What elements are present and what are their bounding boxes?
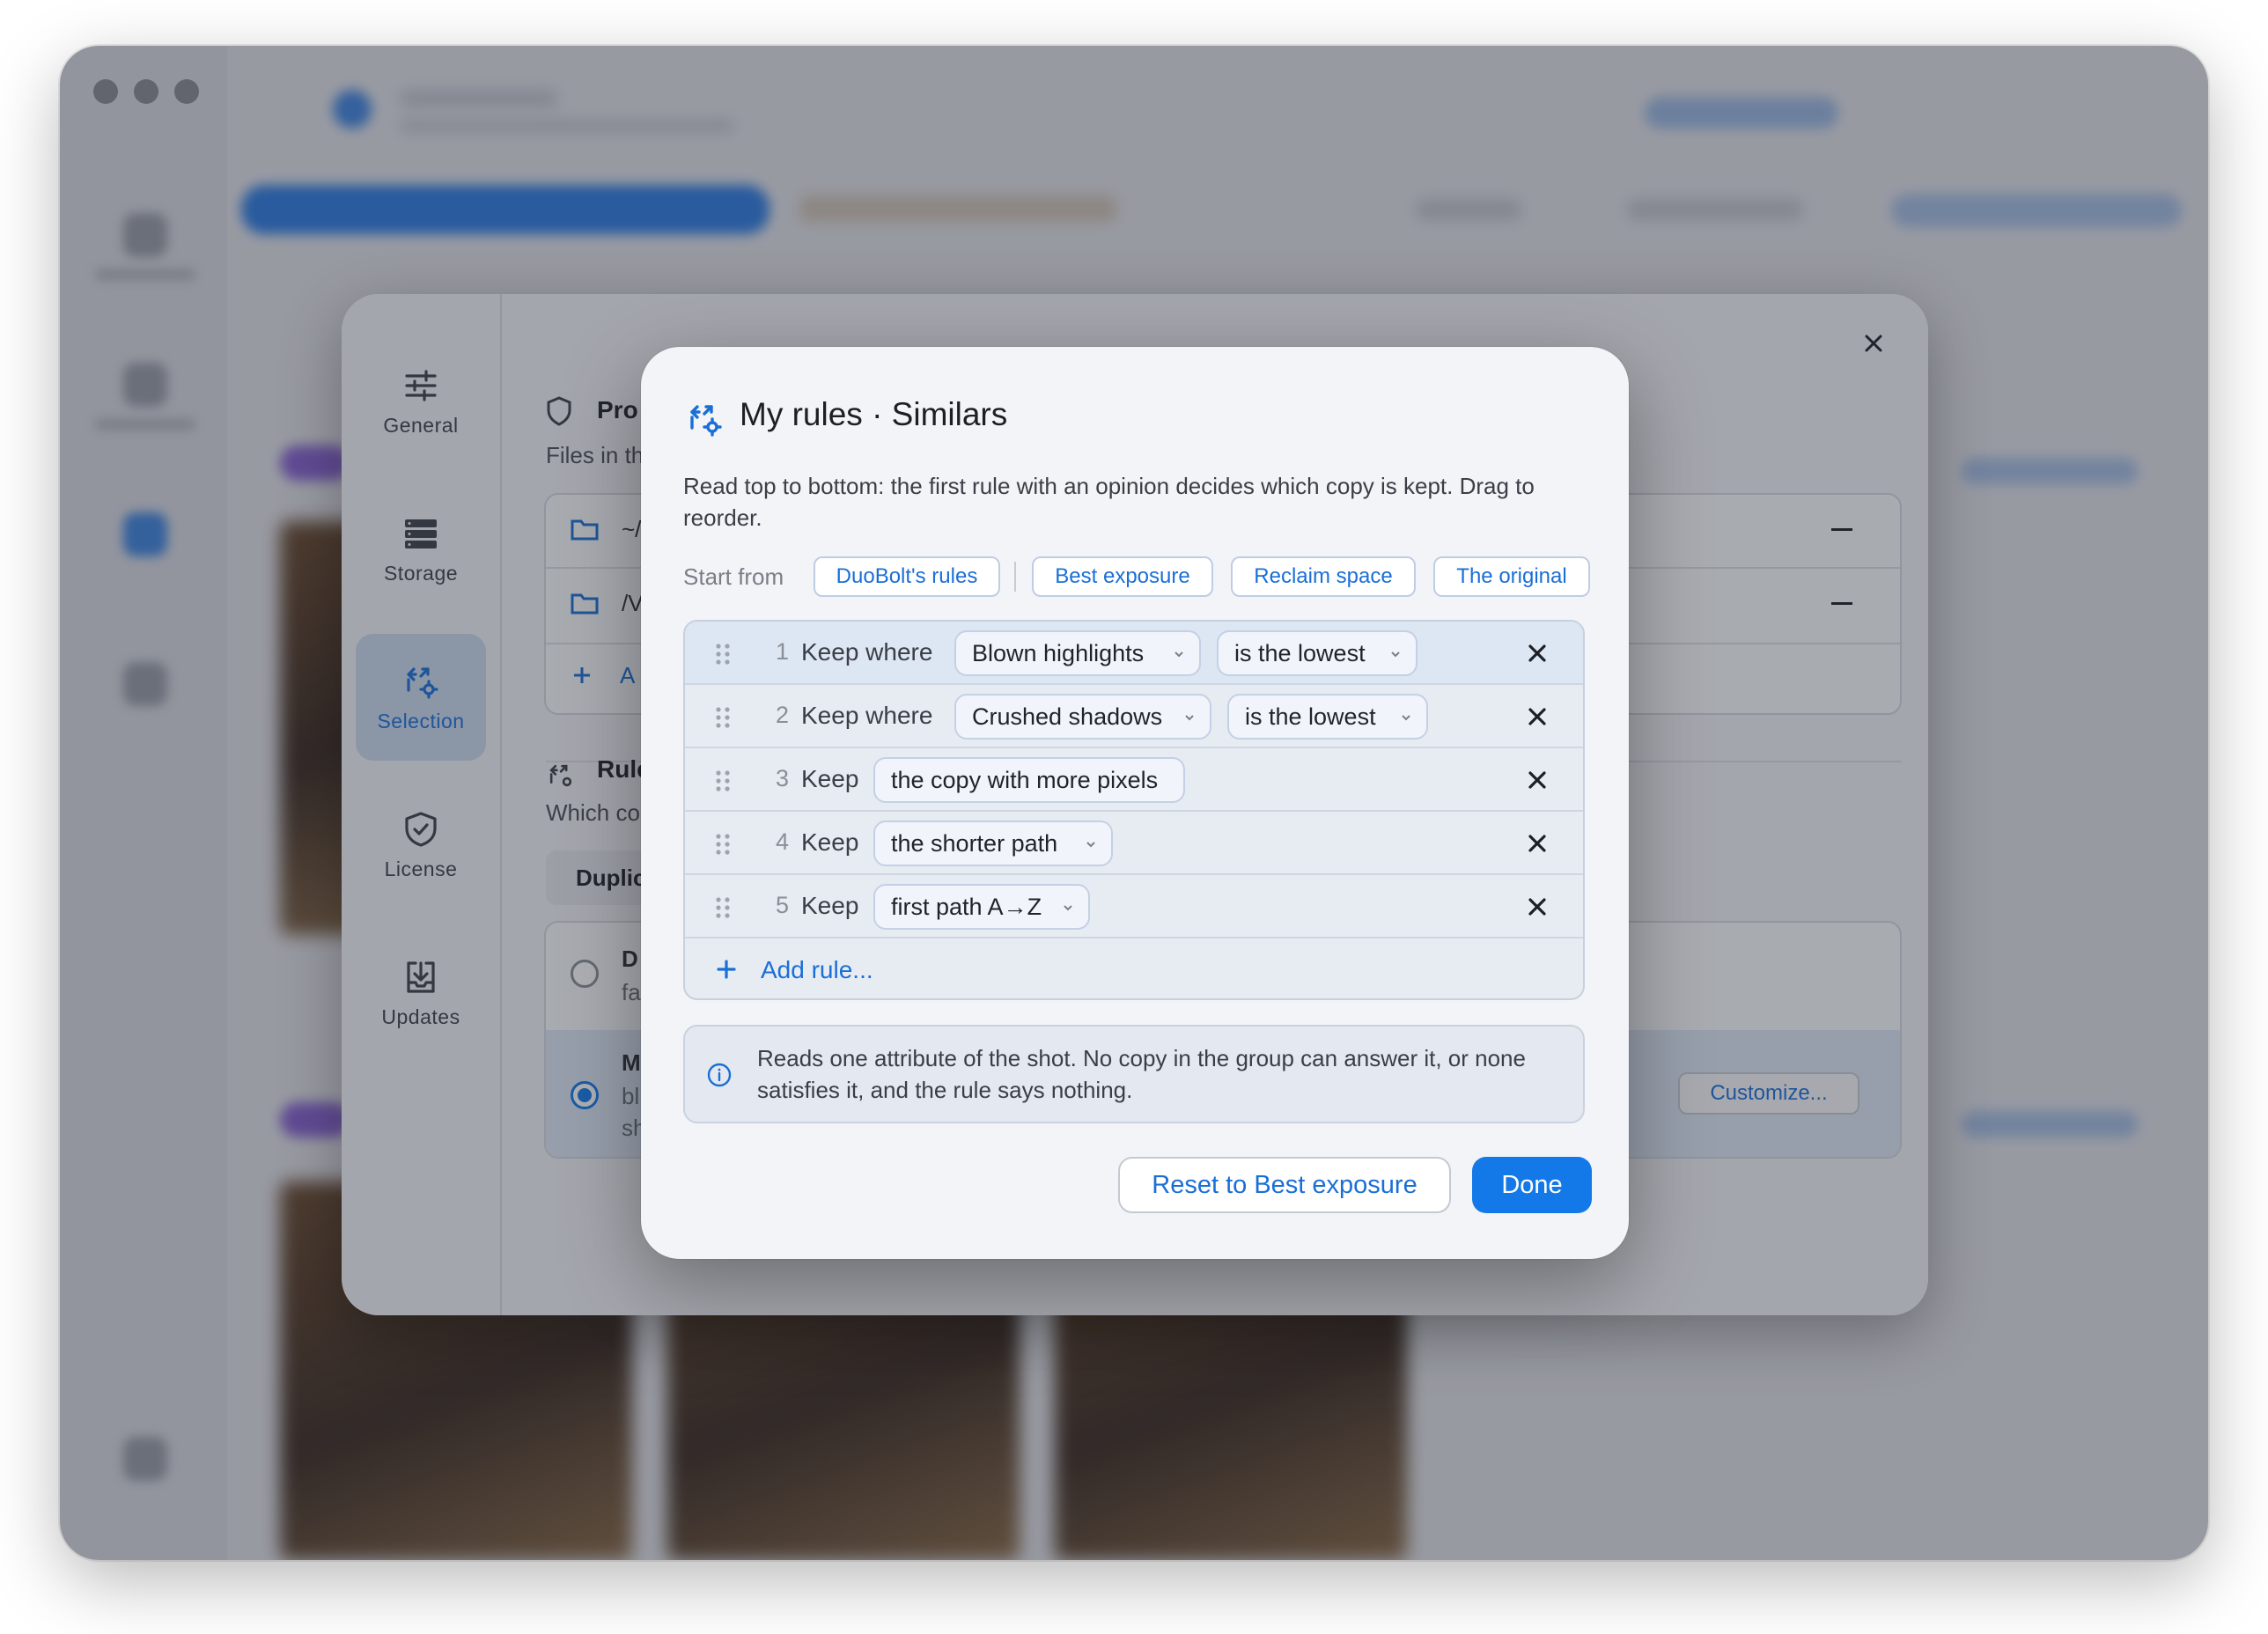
preset-best-exposure[interactable]: Best exposure xyxy=(1032,556,1213,597)
rule-choice-value: the copy with more pixels xyxy=(891,766,1159,793)
drag-handle-icon[interactable] xyxy=(715,706,731,729)
rule-keep-label: Keep where xyxy=(801,638,933,666)
rule-keep-label: Keep xyxy=(801,892,859,919)
chevron-down-icon xyxy=(1185,715,1194,721)
rule-number: 5 xyxy=(775,892,789,918)
preset-reclaim-space[interactable]: Reclaim space xyxy=(1231,556,1416,597)
delete-rule-icon[interactable] xyxy=(1525,831,1550,856)
drag-handle-icon[interactable] xyxy=(715,896,731,919)
my-rules-modal: My rules · Similars Read top to bottom: … xyxy=(641,347,1629,1259)
rule-number: 2 xyxy=(775,702,789,728)
done-button[interactable]: Done xyxy=(1472,1157,1592,1213)
rule-info-panel: Reads one attribute of the shot. No copy… xyxy=(683,1025,1585,1123)
rule-choice-select[interactable]: first path A→Z xyxy=(873,884,1090,930)
rule-number: 1 xyxy=(775,638,789,665)
delete-rule-icon[interactable] xyxy=(1525,641,1550,666)
preset-the-original[interactable]: The original xyxy=(1433,556,1590,597)
rule-choice-value: first path A→Z xyxy=(891,893,1042,920)
selection-icon xyxy=(690,405,722,437)
modal-description: Read top to bottom: the first rule with … xyxy=(683,473,1535,531)
preset-duobolt-rules[interactable]: DuoBolt's rules xyxy=(814,556,1000,597)
modal-title: My rules · Similars xyxy=(740,396,1008,432)
rule-condition-value: is the lowest xyxy=(1245,703,1376,730)
chevron-down-icon xyxy=(1086,842,1095,848)
drag-handle-icon[interactable] xyxy=(715,833,731,856)
rule-attribute-select[interactable]: Crushed shadows xyxy=(954,694,1211,740)
rule-choice-select[interactable]: the shorter path xyxy=(873,821,1113,866)
delete-rule-icon[interactable] xyxy=(1525,894,1550,919)
drag-handle-icon[interactable] xyxy=(715,643,731,666)
rules-list: 1 Keep where Blown highlights is the low… xyxy=(683,620,1585,1000)
add-rule-button[interactable]: Add rule... xyxy=(685,940,1583,998)
rule-keep-label: Keep xyxy=(801,765,859,792)
rule-choice-value: the shorter path xyxy=(891,829,1058,857)
rule-row[interactable]: 4 Keep the shorter path xyxy=(685,812,1583,875)
rule-keep-label: Keep xyxy=(801,828,859,856)
rule-row[interactable]: 5 Keep first path A→Z xyxy=(685,875,1583,938)
rule-attribute-value: Blown highlights xyxy=(972,639,1145,666)
info-icon xyxy=(707,1063,732,1087)
rule-info-text: Reads one attribute of the shot. No copy… xyxy=(757,1045,1526,1103)
chevron-down-icon xyxy=(1402,715,1410,721)
rule-number: 4 xyxy=(775,828,789,855)
chevron-down-icon xyxy=(1391,651,1400,658)
rule-keep-label: Keep where xyxy=(801,702,933,729)
drag-handle-icon[interactable] xyxy=(715,769,731,792)
rule-row[interactable]: 2 Keep where Crushed shadows is the lowe… xyxy=(685,685,1583,748)
plus-icon xyxy=(717,960,736,979)
rule-attribute-select[interactable]: Blown highlights xyxy=(954,630,1201,676)
chevron-down-icon xyxy=(1064,905,1072,911)
rule-choice-select[interactable]: the copy with more pixels xyxy=(873,757,1185,803)
delete-rule-icon[interactable] xyxy=(1525,768,1550,792)
rule-attribute-value: Crushed shadows xyxy=(972,703,1163,730)
delete-rule-icon[interactable] xyxy=(1525,704,1550,729)
rule-number: 3 xyxy=(775,765,789,791)
chevron-down-icon xyxy=(1174,651,1183,658)
rule-condition-value: is the lowest xyxy=(1234,639,1366,666)
rule-row[interactable]: 1 Keep where Blown highlights is the low… xyxy=(685,622,1583,685)
start-from-label: Start from xyxy=(683,563,784,590)
rule-condition-select[interactable]: is the lowest xyxy=(1227,694,1428,740)
rule-condition-select[interactable]: is the lowest xyxy=(1217,630,1418,676)
rule-row[interactable]: 3 Keep the copy with more pixels xyxy=(685,748,1583,812)
preset-separator xyxy=(1014,562,1016,592)
add-rule-label: Add rule... xyxy=(761,956,873,983)
reset-to-best-exposure-button[interactable]: Reset to Best exposure xyxy=(1118,1157,1451,1213)
